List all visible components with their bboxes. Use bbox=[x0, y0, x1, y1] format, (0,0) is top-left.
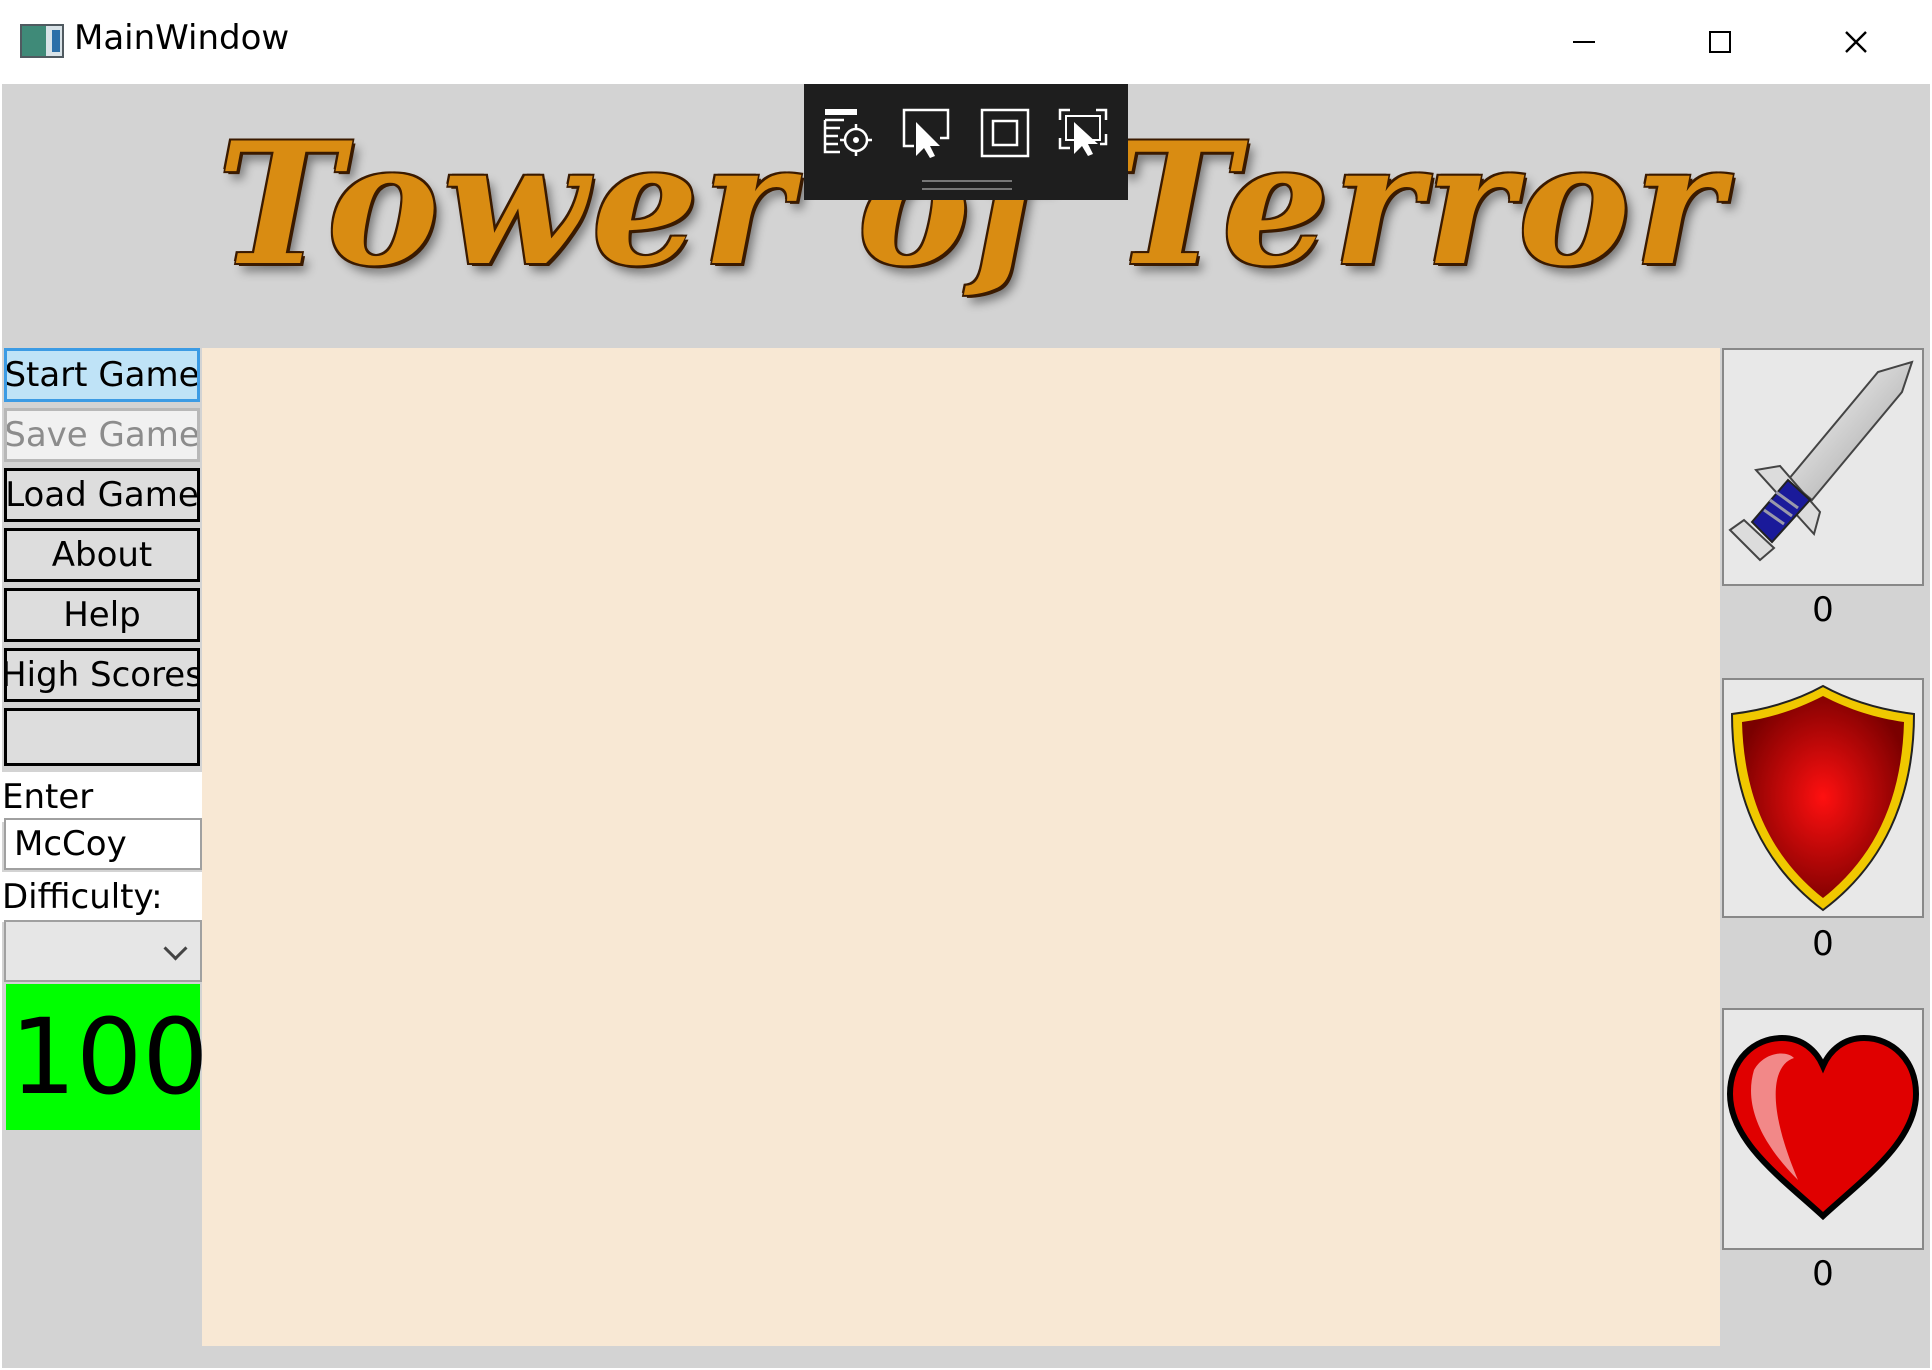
sword-slot[interactable] bbox=[1722, 348, 1924, 586]
game-area[interactable] bbox=[202, 348, 1720, 1346]
load-game-button[interactable]: Load Game bbox=[4, 468, 200, 522]
select-element-icon[interactable] bbox=[822, 106, 876, 160]
maximize-icon bbox=[1709, 31, 1731, 53]
sword-count: 0 bbox=[1812, 590, 1834, 630]
pointer-icon[interactable] bbox=[900, 106, 954, 160]
name-label: Enter Name: bbox=[2, 772, 202, 867]
name-input[interactable] bbox=[4, 818, 202, 870]
layout-adorner-icon[interactable] bbox=[978, 106, 1032, 160]
save-game-button[interactable]: Save Game bbox=[4, 408, 200, 462]
heart-count: 0 bbox=[1812, 1254, 1834, 1294]
help-button[interactable]: Help bbox=[4, 588, 200, 642]
title-bar[interactable]: MainWindow bbox=[0, 0, 1932, 84]
heart-icon bbox=[1726, 1034, 1920, 1221]
inspector-toolbar bbox=[804, 84, 1128, 200]
shield-slot[interactable] bbox=[1722, 678, 1924, 918]
main-window: MainWindow Tower of Terror Start Game Sa… bbox=[0, 0, 1932, 1370]
shield-icon bbox=[1730, 684, 1916, 912]
minimize-icon bbox=[1573, 41, 1595, 43]
score-display: 100 bbox=[6, 984, 209, 1130]
shield-count: 0 bbox=[1812, 924, 1834, 964]
start-game-button[interactable]: Start Game bbox=[4, 348, 200, 402]
toolbar-grip[interactable] bbox=[922, 180, 1012, 190]
blank-button[interactable] bbox=[4, 708, 200, 766]
high-scores-button[interactable]: High Scores bbox=[4, 648, 200, 702]
about-button[interactable]: About bbox=[4, 528, 200, 582]
difficulty-select[interactable] bbox=[4, 920, 202, 982]
chevron-down-icon bbox=[163, 936, 188, 961]
maximize-button[interactable] bbox=[1652, 0, 1788, 84]
minimize-button[interactable] bbox=[1516, 0, 1652, 84]
difficulty-label: Difficulty: bbox=[2, 872, 202, 922]
sword-icon bbox=[1728, 360, 1914, 562]
track-focus-icon[interactable] bbox=[1056, 106, 1110, 160]
close-icon bbox=[1845, 31, 1867, 53]
window-title: MainWindow bbox=[74, 18, 290, 58]
app-icon bbox=[20, 24, 64, 58]
close-button[interactable] bbox=[1788, 0, 1924, 84]
heart-slot[interactable] bbox=[1722, 1008, 1924, 1250]
window-content: Tower of Terror Start Game Save Game Loa… bbox=[2, 84, 1930, 1368]
